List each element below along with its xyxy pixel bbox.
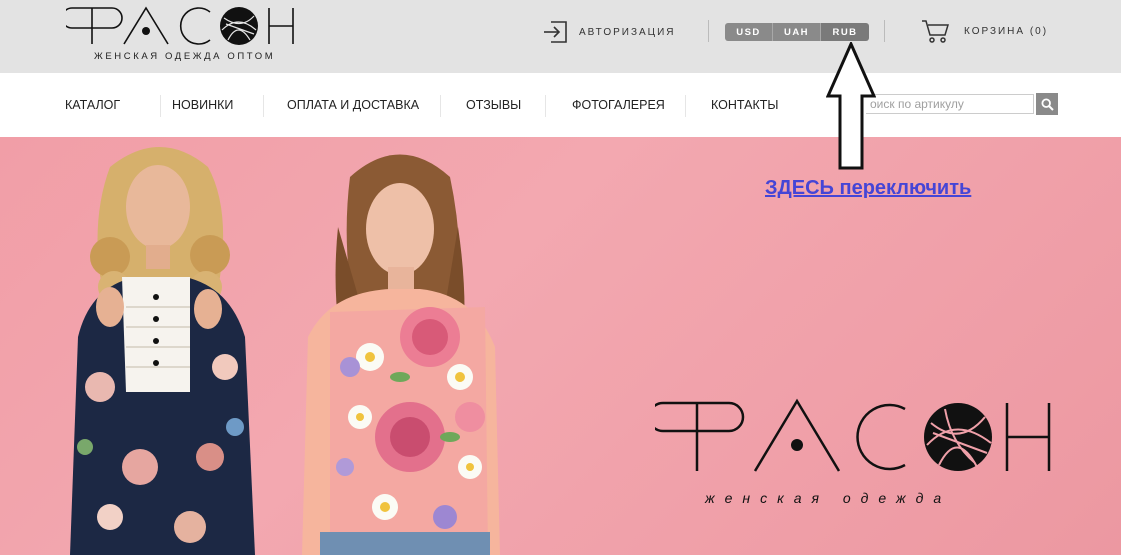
top-bar: ЖЕНСКАЯ ОДЕЖДА ОПТОМ АВТОРИЗАЦИЯ USD UAH… <box>0 0 1121 73</box>
model-photo-left <box>70 147 255 555</box>
main-nav: КАТАЛОГ НОВИНКИ ОПЛАТА И ДОСТАВКА ОТЗЫВЫ… <box>0 73 1121 137</box>
login-icon <box>544 21 567 43</box>
logo-tagline: ЖЕНСКАЯ ОДЕЖДА ОПТОМ <box>94 51 276 62</box>
page: ЖЕНСКАЯ ОДЕЖДА ОПТОМ АВТОРИЗАЦИЯ USD UAH… <box>0 0 1121 555</box>
currency-uah-button[interactable]: UAH <box>773 23 821 41</box>
hero-brand-tagline: женская одежда <box>705 490 952 506</box>
nav-item-reviews[interactable]: ОТЗЫВЫ <box>466 98 521 112</box>
auth-label: АВТОРИЗАЦИЯ <box>579 26 676 38</box>
auth-link[interactable]: АВТОРИЗАЦИЯ <box>543 20 675 44</box>
model-photo-right <box>302 154 500 555</box>
divider <box>708 20 709 42</box>
search-icon <box>1040 97 1054 111</box>
search-button[interactable] <box>1036 93 1058 115</box>
nav-item-catalog[interactable]: КАТАЛОГ <box>65 98 120 112</box>
nav-item-contacts[interactable]: КОНТАКТЫ <box>711 98 778 112</box>
currency-switcher: USD UAH RUB <box>725 23 869 41</box>
up-arrow-icon <box>826 42 876 170</box>
annotation-link[interactable]: ЗДЕСЬ переключить <box>765 177 971 200</box>
nav-divider <box>545 95 546 117</box>
nav-item-payment-delivery[interactable]: ОПЛАТА И ДОСТАВКА <box>287 98 419 112</box>
nav-divider <box>685 95 686 117</box>
logo-wordmark <box>66 6 294 45</box>
currency-usd-button[interactable]: USD <box>725 23 773 41</box>
nav-item-new[interactable]: НОВИНКИ <box>172 98 233 112</box>
currency-rub-button[interactable]: RUB <box>821 23 869 41</box>
nav-divider <box>263 95 264 117</box>
nav-item-gallery[interactable]: ФОТОГАЛЕРЕЯ <box>572 98 665 112</box>
divider <box>884 20 885 42</box>
nav-divider <box>440 95 441 117</box>
cart-label: КОРЗИНА (0) <box>964 25 1049 37</box>
cart-link[interactable]: КОРЗИНА (0) <box>921 18 1048 44</box>
nav-divider <box>160 95 161 117</box>
search-box <box>866 93 1058 115</box>
search-input[interactable] <box>866 94 1034 114</box>
hero-brand-logo <box>655 398 1051 472</box>
site-logo[interactable]: ЖЕНСКАЯ ОДЕЖДА ОПТОМ <box>66 0 298 66</box>
cart-icon <box>922 20 949 43</box>
